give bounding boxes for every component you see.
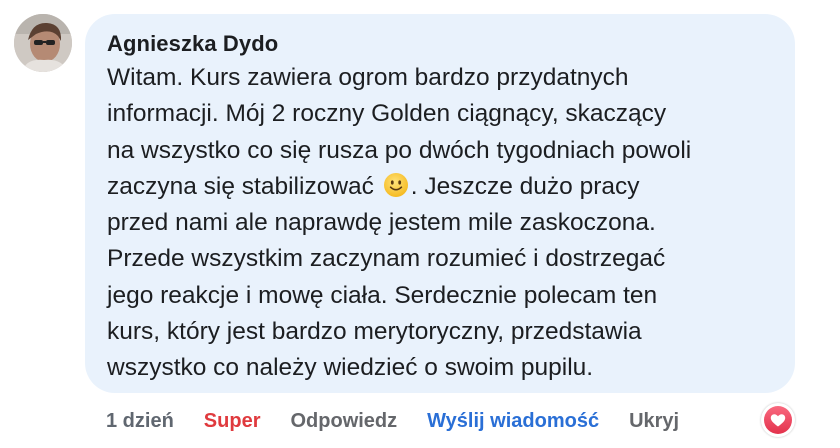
comment-author[interactable]: Agnieszka Dydo (107, 30, 775, 58)
hide-button[interactable]: Ukryj (629, 410, 679, 433)
comment-actions: 1 dzień Super Odpowiedz Wyślij wiadomość… (106, 406, 709, 436)
comment-text-line: na wszystko co się rusza po dwóch tygodn… (107, 136, 692, 164)
reaction-badge[interactable] (761, 403, 795, 437)
comment-text-line: przed nami ale naprawdę jestem mile zask… (107, 209, 656, 237)
heart-icon (764, 406, 792, 434)
comment-bubble: Agnieszka Dydo Witam. Kurs zawiera ogrom… (85, 14, 795, 393)
comment-text-segment: . Jeszcze dużo pracy (410, 172, 640, 200)
comment-text-line: informacji. Mój 2 roczny Golden ciągnący… (107, 100, 667, 128)
avatar-photo (14, 14, 72, 72)
comment-text: Witam. Kurs zawiera ogrom bardzo przydat… (107, 60, 775, 387)
comment-text-line: zaczyna się stabilizować . Jeszcze dużo … (107, 169, 775, 205)
slightly-smiling-face-icon (383, 172, 409, 198)
comment-text-line: wszystko co należy wiedzieć o swoim pupi… (107, 354, 594, 382)
comment-text-line: Witam. Kurs zawiera ogrom bardzo przydat… (107, 64, 629, 91)
comment-text-line: jego reakcje i mowę ciała. Serdecznie po… (107, 281, 658, 309)
comment-timestamp[interactable]: 1 dzień (106, 410, 174, 433)
reaction-button[interactable]: Super (204, 410, 261, 433)
comment-text-line: kurs, który jest bardzo merytoryczny, pr… (107, 318, 642, 346)
send-message-button[interactable]: Wyślij wiadomość (427, 410, 599, 433)
reply-button[interactable]: Odpowiedz (290, 410, 397, 433)
comment-text-line: Przede wszystkim zaczynam rozumieć i dos… (107, 245, 666, 273)
comment-text-segment: zaczyna się stabilizować (107, 172, 374, 200)
avatar[interactable] (14, 14, 72, 72)
